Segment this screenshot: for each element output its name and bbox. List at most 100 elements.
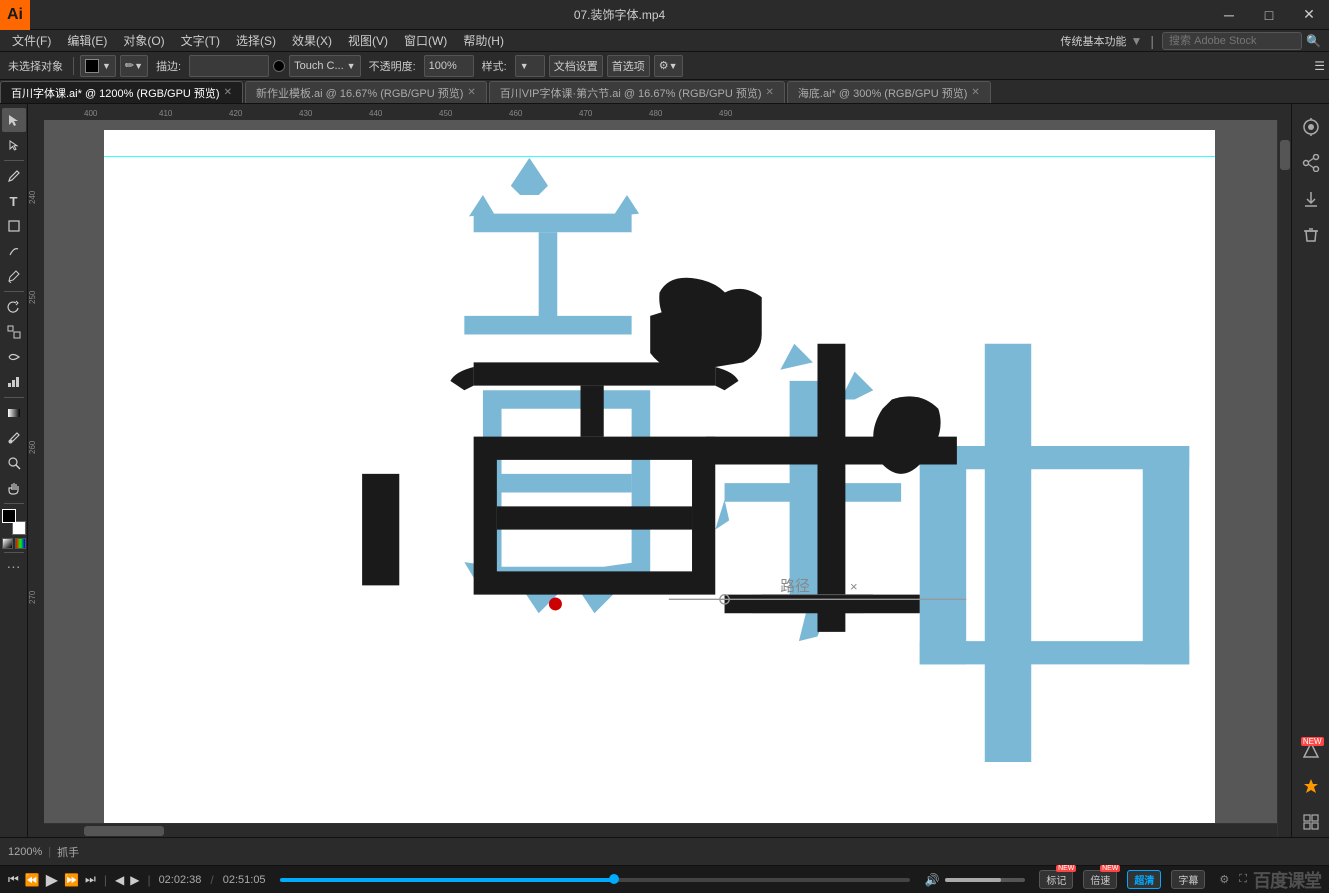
tool-rotate[interactable] xyxy=(2,295,26,319)
brush-tool[interactable]: ✏ ▼ xyxy=(120,55,148,77)
toolbar: 未选择对象 ▼ ✏ ▼ 描边: Touch C... ▼ 不透明度: 100% … xyxy=(0,52,1329,80)
gradient-icon[interactable] xyxy=(15,538,26,549)
opacity-label: 不透明度: xyxy=(365,55,420,77)
touch-dropdown[interactable]: Touch C... ▼ xyxy=(289,55,360,77)
menu-text[interactable]: 文字(T) xyxy=(173,30,228,52)
menu-file[interactable]: 文件(F) xyxy=(4,30,59,52)
tool-select[interactable] xyxy=(2,108,26,132)
video-bookmark-btn[interactable]: 标记 NEW xyxy=(1039,870,1073,889)
video-fast-forward[interactable]: ⏭ xyxy=(85,872,96,887)
menu-effect[interactable]: 效果(X) xyxy=(284,30,340,52)
stock-search[interactable] xyxy=(1162,32,1302,50)
video-caption-btn[interactable]: 字幕 xyxy=(1171,870,1205,889)
toolbar-right-icon[interactable]: ☰ xyxy=(1314,59,1325,73)
properties-panel-toggle[interactable] xyxy=(1296,112,1326,142)
menu-view[interactable]: 视图(V) xyxy=(340,30,396,52)
doc-settings-button[interactable]: 文档设置 xyxy=(549,55,603,77)
menu-select[interactable]: 选择(S) xyxy=(228,30,284,52)
tool-gradient[interactable] xyxy=(2,401,26,425)
stroke-value-box[interactable] xyxy=(189,55,269,77)
tab-close-1[interactable]: ✕ xyxy=(467,87,475,98)
menu-window[interactable]: 窗口(W) xyxy=(396,30,455,52)
video-quality-btn[interactable]: 超清 xyxy=(1127,870,1161,889)
tool-warp[interactable] xyxy=(2,345,26,369)
none-icon[interactable] xyxy=(2,538,13,549)
brush-dropdown[interactable]: ▼ xyxy=(134,61,143,71)
menu-help[interactable]: 帮助(H) xyxy=(455,30,512,52)
tab-1[interactable]: 新作业模板.ai @ 16.67% (RGB/GPU 预览) ✕ xyxy=(245,81,487,103)
tab-label-1: 新作业模板.ai @ 16.67% (RGB/GPU 预览) xyxy=(256,85,463,101)
arrange-button[interactable] xyxy=(1296,807,1326,837)
download-button[interactable] xyxy=(1296,184,1326,214)
tool-direct-select[interactable] xyxy=(2,133,26,157)
tab-3[interactable]: 海底.ai* @ 300% (RGB/GPU 预览) ✕ xyxy=(787,81,991,103)
tool-separator-5 xyxy=(4,552,24,553)
video-progress-bar[interactable] xyxy=(280,878,911,882)
preferences-button[interactable]: 首选项 xyxy=(607,55,650,77)
delete-button[interactable] xyxy=(1296,220,1326,250)
pin-button[interactable] xyxy=(1296,771,1326,801)
svg-text:420: 420 xyxy=(229,109,243,118)
video-volume[interactable]: 🔊 xyxy=(924,873,939,887)
tool-brush[interactable] xyxy=(2,264,26,288)
close-button[interactable]: ✕ xyxy=(1289,0,1329,30)
stroke-dropdown-arrow[interactable]: ▼ xyxy=(102,61,111,71)
tab-label-0: 百川字体课.ai* @ 1200% (RGB/GPU 预览) xyxy=(11,85,220,101)
more-tools[interactable]: ··· xyxy=(2,556,26,576)
window-title: 07.装饰字体.mp4 xyxy=(30,6,1209,23)
style-label: 样式: xyxy=(478,55,511,77)
menu-edit[interactable]: 编辑(E) xyxy=(59,30,115,52)
workspace-mode[interactable]: 传统基本功能 xyxy=(1061,33,1127,49)
color-swatches[interactable] xyxy=(2,509,26,535)
stroke-dot xyxy=(273,60,285,72)
tool-scale[interactable] xyxy=(2,320,26,344)
tool-zoom[interactable] xyxy=(2,451,26,475)
video-prev-frame[interactable]: ⏪ xyxy=(25,873,40,887)
scroll-thumb-v[interactable] xyxy=(1280,140,1290,170)
volume-fill xyxy=(945,878,1001,882)
canvas-content[interactable]: 路径 × xyxy=(44,120,1275,837)
tab-0[interactable]: 百川字体课.ai* @ 1200% (RGB/GPU 预览) ✕ xyxy=(0,81,243,103)
video-fullscreen[interactable]: ⛶ xyxy=(1239,873,1247,886)
minimize-button[interactable]: ─ xyxy=(1209,0,1249,30)
tool-hand[interactable] xyxy=(2,476,26,500)
share-button[interactable] xyxy=(1296,148,1326,178)
tab-close-0[interactable]: ✕ xyxy=(224,87,232,98)
tabs-bar: 百川字体课.ai* @ 1200% (RGB/GPU 预览) ✕ 新作业模板.a… xyxy=(0,80,1329,104)
tool-shape[interactable] xyxy=(2,214,26,238)
scrollbar-horizontal[interactable] xyxy=(44,823,1277,837)
tab-close-3[interactable]: ✕ xyxy=(971,87,979,98)
stroke-color-box[interactable]: ▼ xyxy=(80,55,116,77)
video-settings[interactable]: ⚙ xyxy=(1219,873,1229,886)
search-icon[interactable]: 🔍 xyxy=(1306,34,1321,48)
bg-color[interactable] xyxy=(12,521,26,535)
tab-2[interactable]: 百川VIP字体课·第六节.ai @ 16.67% (RGB/GPU 预览) ✕ xyxy=(489,81,785,103)
more-button[interactable]: ⚙▼ xyxy=(654,55,683,77)
tool-pen[interactable] xyxy=(2,164,26,188)
video-play[interactable]: ▶ xyxy=(46,870,58,890)
tool-graph[interactable] xyxy=(2,370,26,394)
video-next-frame[interactable]: ⏩ xyxy=(64,873,79,887)
menu-object[interactable]: 对象(O) xyxy=(115,30,172,52)
style-dropdown[interactable]: ▼ xyxy=(515,55,545,77)
video-rewind[interactable]: ⏮ xyxy=(8,872,19,887)
maximize-button[interactable]: □ xyxy=(1249,0,1289,30)
tool-text[interactable]: T xyxy=(2,189,26,213)
zoom-level[interactable]: 1200% xyxy=(8,846,42,858)
tab-close-2[interactable]: ✕ xyxy=(766,87,774,98)
video-prev-chapter[interactable]: ◀ xyxy=(115,873,124,887)
svg-text:400: 400 xyxy=(84,109,98,118)
video-next-chapter[interactable]: ▶ xyxy=(130,873,139,887)
scroll-thumb-h[interactable] xyxy=(84,826,164,836)
touch-arrow[interactable]: ▼ xyxy=(347,61,356,71)
opacity-value[interactable]: 100% xyxy=(424,55,474,77)
new-feature-button[interactable]: NEW xyxy=(1296,735,1326,765)
tool-pencil[interactable] xyxy=(2,239,26,263)
video-speed-btn[interactable]: 倍速 NEW xyxy=(1083,870,1117,889)
tool-eyedropper[interactable] xyxy=(2,426,26,450)
scrollbar-vertical[interactable] xyxy=(1277,120,1291,837)
volume-slider[interactable] xyxy=(945,878,1025,882)
svg-text:250: 250 xyxy=(28,290,37,304)
stroke-swatch[interactable] xyxy=(85,59,99,73)
fg-color[interactable] xyxy=(2,509,16,523)
